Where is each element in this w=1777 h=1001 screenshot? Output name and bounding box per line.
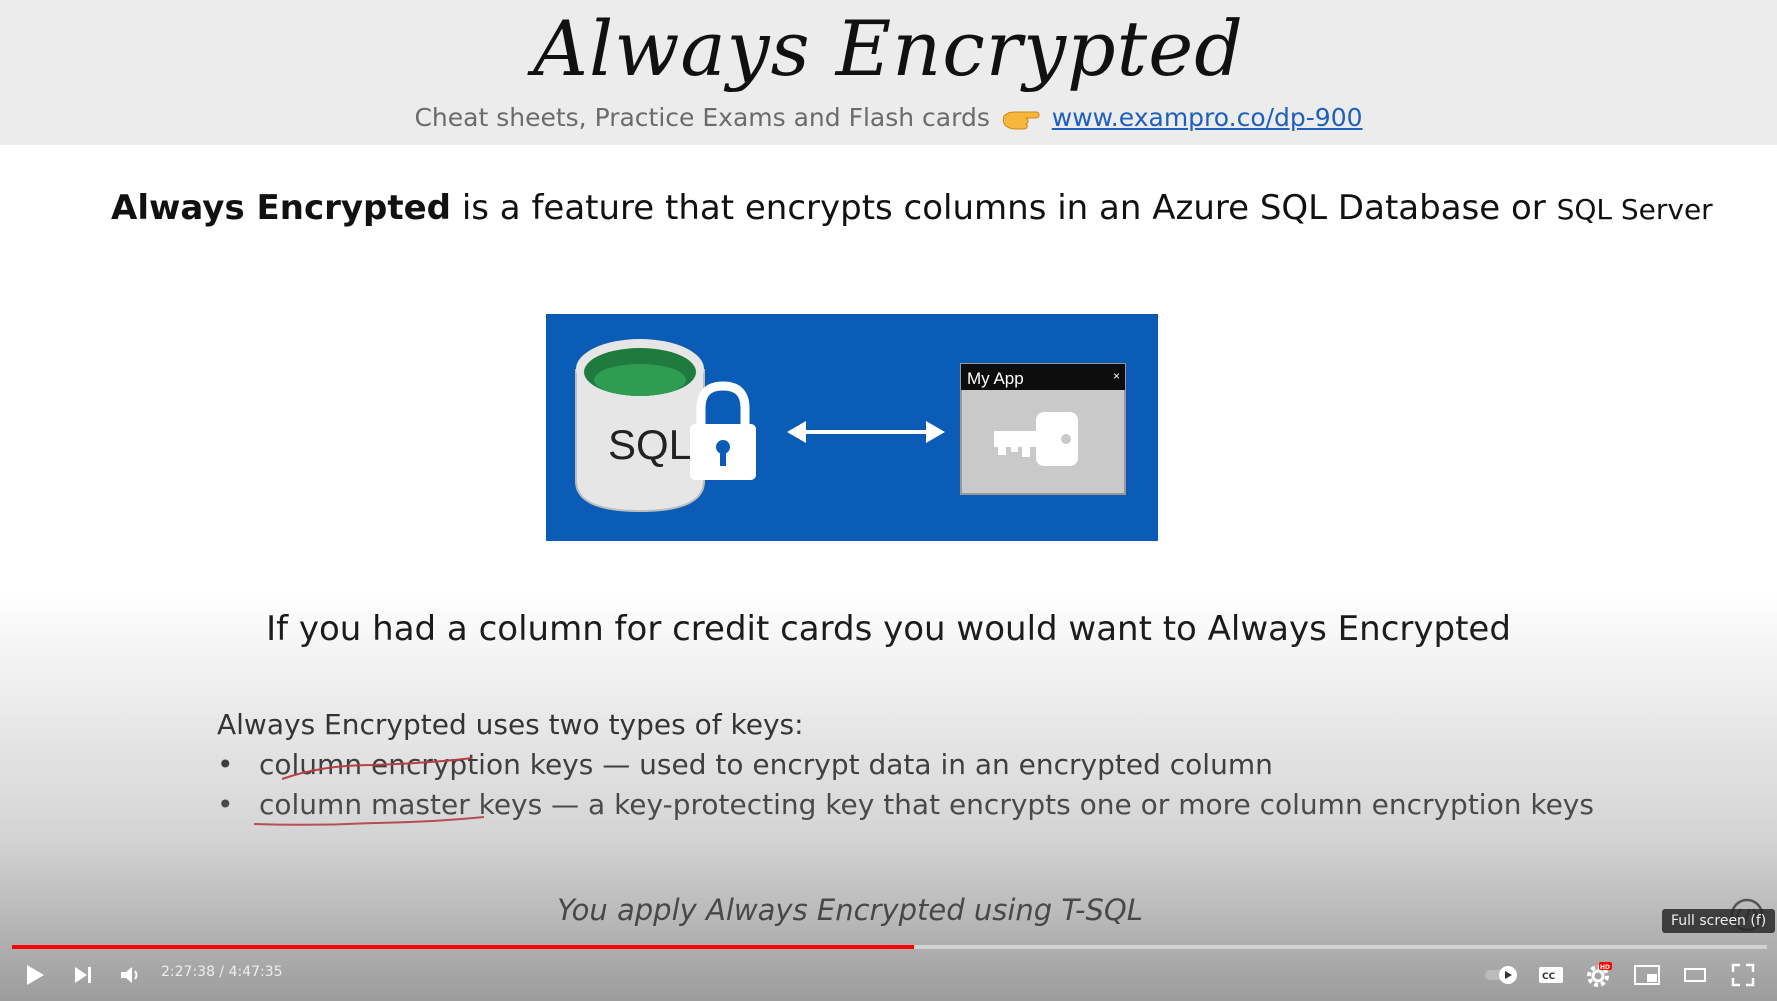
- theater-icon: [1684, 968, 1706, 982]
- autoplay-toggle-icon: [1485, 966, 1517, 984]
- red-pen-annotations: [253, 757, 485, 826]
- hd-badge: HD: [1600, 964, 1610, 971]
- captions-button[interactable]: CC: [1536, 960, 1566, 990]
- svg-text:CC: CC: [1542, 972, 1556, 982]
- autoplay-toggle[interactable]: [1484, 960, 1520, 990]
- fullscreen-tooltip: Full screen (f): [1662, 909, 1776, 933]
- tsql-note: You apply Always Encrypted using T-SQL: [557, 893, 1143, 927]
- miniplayer-icon: [1634, 965, 1660, 985]
- next-button[interactable]: [68, 960, 98, 990]
- play-icon: [27, 965, 44, 985]
- fullscreen-button[interactable]: [1728, 960, 1758, 990]
- settings-button[interactable]: HD: [1584, 960, 1614, 990]
- volume-button[interactable]: [116, 960, 146, 990]
- progress-bar[interactable]: [12, 945, 1767, 949]
- settings-icon: HD: [1587, 962, 1612, 987]
- time-display: 2:27:38 / 4:47:35: [161, 964, 283, 980]
- next-icon: [75, 967, 91, 983]
- fullscreen-icon: [1731, 963, 1755, 987]
- miniplayer-button[interactable]: [1632, 960, 1662, 990]
- progress-fill: [12, 945, 915, 949]
- volume-icon: [121, 967, 138, 983]
- slide: Always Encrypted Cheat sheets, Practice …: [0, 0, 1777, 1001]
- play-button[interactable]: [20, 960, 50, 990]
- theater-mode-button[interactable]: [1680, 960, 1710, 990]
- captions-icon: CC: [1539, 967, 1563, 983]
